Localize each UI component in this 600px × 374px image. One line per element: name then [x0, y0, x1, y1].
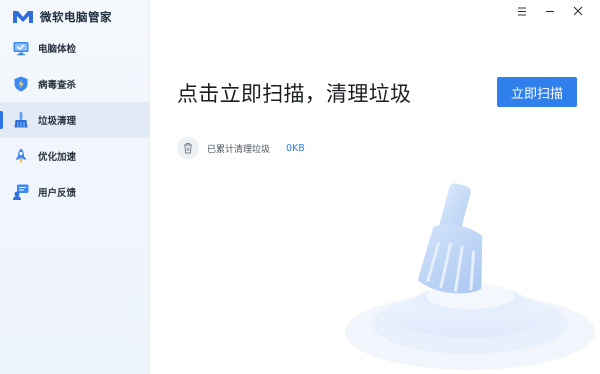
sidebar-item-label: 优化加速 — [38, 152, 77, 163]
sidebar-item-junk-cleanup[interactable]: 垃圾清理 — [0, 102, 150, 138]
cleanup-stats: 已累计清理垃圾 0KB — [177, 137, 305, 159]
scan-now-button[interactable]: 立即扫描 — [497, 77, 577, 107]
window-controls — [508, 3, 592, 19]
minimize-icon — [546, 10, 554, 12]
app-title: 微软电脑管家 — [40, 10, 112, 24]
main-panel: 点击立即扫描，清理垃圾 立即扫描 已累计清理垃圾 0KB — [151, 0, 600, 374]
shield-bolt-icon — [14, 76, 28, 92]
close-button[interactable] — [564, 3, 592, 19]
broom-icon — [14, 112, 28, 128]
stats-label: 已累计清理垃圾 — [207, 144, 271, 155]
page-title: 点击立即扫描，清理垃圾 — [177, 82, 412, 106]
menu-button[interactable] — [508, 3, 536, 19]
feedback-icon — [13, 184, 29, 200]
sidebar-item-label: 病毒查杀 — [38, 80, 77, 91]
stats-value: 0KB — [286, 142, 305, 154]
sidebar-nav: 电脑体检 病毒查杀 垃圾清理 优化加速 用户反馈 — [0, 30, 150, 210]
sidebar: 微软电脑管家 电脑体检 病毒查杀 垃圾清理 优化加速 用户反馈 — [0, 0, 150, 374]
brand: 微软电脑管家 — [12, 7, 112, 27]
rocket-icon — [15, 148, 27, 164]
sidebar-item-label: 垃圾清理 — [38, 116, 77, 127]
monitor-check-icon — [13, 42, 29, 56]
menu-icon — [518, 6, 526, 16]
minimize-button[interactable] — [536, 3, 564, 19]
sidebar-item-label: 电脑体检 — [38, 44, 77, 55]
sidebar-item-feedback[interactable]: 用户反馈 — [0, 174, 150, 210]
trash-badge — [177, 137, 199, 159]
trash-icon — [184, 143, 192, 154]
broom-illustration — [345, 183, 595, 370]
close-icon — [573, 6, 583, 16]
sidebar-item-label: 用户反馈 — [38, 188, 77, 199]
sidebar-item-optimize[interactable]: 优化加速 — [0, 138, 150, 174]
sidebar-item-pc-checkup[interactable]: 电脑体检 — [0, 30, 150, 66]
sidebar-item-virus-scan[interactable]: 病毒查杀 — [0, 66, 150, 102]
app-logo-icon — [13, 11, 33, 23]
